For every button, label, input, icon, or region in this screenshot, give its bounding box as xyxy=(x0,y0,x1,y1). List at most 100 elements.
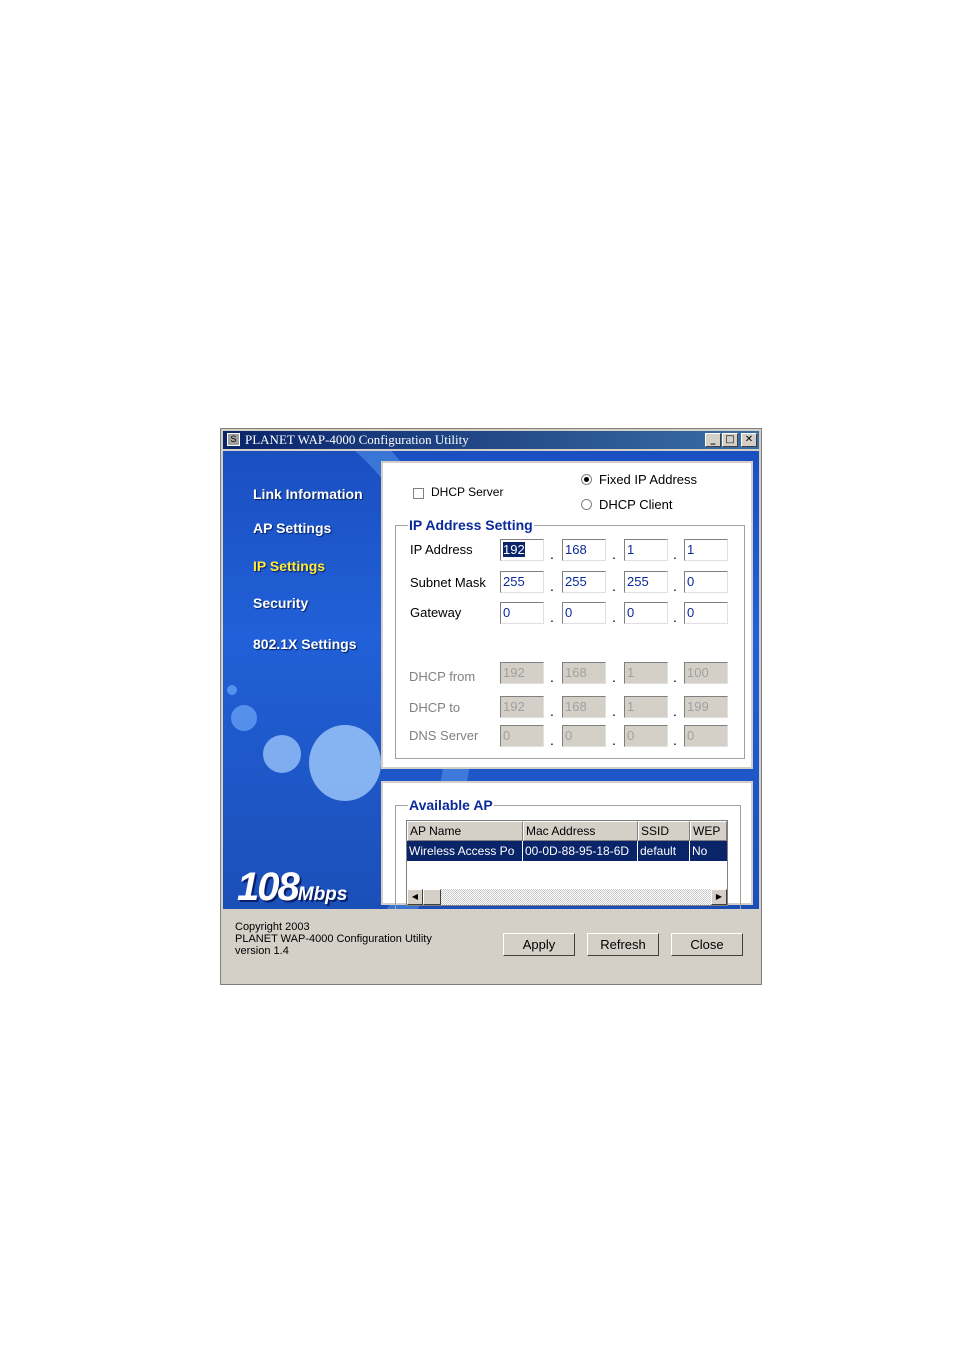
dhcp-from-octet-4: 100 xyxy=(684,662,728,684)
ip-separator: . xyxy=(550,609,554,625)
product-text: PLANET WAP-4000 Configuration Utility xyxy=(235,933,432,945)
dhcp-from-octet-1: 192 xyxy=(500,662,544,684)
main-area: Link Information AP Settings IP Settings… xyxy=(223,451,759,909)
refresh-button[interactable]: Refresh xyxy=(587,933,659,956)
column-header-ap-name[interactable]: AP Name xyxy=(407,821,523,841)
ip-address-label: IP Address xyxy=(410,542,473,557)
ip-separator: . xyxy=(612,732,616,748)
dhcp-client-label: DHCP Client xyxy=(599,497,673,512)
sidebar-item-link-information[interactable]: Link Information xyxy=(253,486,363,502)
decorative-bubble xyxy=(231,705,257,731)
ap-list[interactable]: AP Name Mac Address SSID WEP Wireless Ac… xyxy=(406,820,728,906)
ip-separator: . xyxy=(673,578,677,594)
mac-address-cell: 00-0D-88-95-18-6D xyxy=(523,841,638,861)
ip-address-octet-1[interactable]: 192 xyxy=(500,539,544,561)
column-header-mac-address[interactable]: Mac Address xyxy=(523,821,638,841)
ip-separator: . xyxy=(612,578,616,594)
config-utility-window: S PLANET WAP-4000 Configuration Utility … xyxy=(220,428,762,985)
dhcp-client-radio[interactable] xyxy=(581,499,592,510)
ip-separator: . xyxy=(673,669,677,685)
table-row[interactable]: Wireless Access Po 00-0D-88-95-18-6D def… xyxy=(407,841,727,861)
dhcp-to-octet-3: 1 xyxy=(624,696,668,718)
ip-separator: . xyxy=(550,546,554,562)
horizontal-scrollbar[interactable]: ◀ ▶ xyxy=(407,889,727,905)
scroll-thumb[interactable] xyxy=(423,889,441,905)
decorative-bubble xyxy=(263,735,301,773)
fixed-ip-label: Fixed IP Address xyxy=(599,472,698,487)
sidebar-item-security[interactable]: Security xyxy=(253,595,308,611)
ip-separator: . xyxy=(673,732,677,748)
dhcp-from-octet-2: 168 xyxy=(562,662,606,684)
scroll-left-button[interactable]: ◀ xyxy=(407,889,423,905)
scroll-right-button[interactable]: ▶ xyxy=(711,889,727,905)
subnet-mask-octet-1[interactable]: 255 xyxy=(500,571,544,593)
version-text: version 1.4 xyxy=(235,945,289,957)
gateway-label: Gateway xyxy=(410,605,462,620)
available-ap-frame: Available AP AP Name Mac Address SSID WE… xyxy=(395,797,741,909)
maximize-button[interactable]: □ xyxy=(722,433,738,447)
subnet-mask-octet-2[interactable]: 255 xyxy=(562,571,606,593)
apply-button[interactable]: Apply xyxy=(503,933,575,956)
ap-name-cell: Wireless Access Po xyxy=(407,841,523,861)
available-ap-panel: Available AP AP Name Mac Address SSID WE… xyxy=(381,781,753,909)
ip-address-octet-3[interactable]: 1 xyxy=(624,539,668,561)
gateway-octet-1[interactable]: 0 xyxy=(500,602,544,624)
ip-separator: . xyxy=(612,703,616,719)
ip-separator: . xyxy=(550,669,554,685)
close-window-button[interactable]: ✕ xyxy=(741,433,757,447)
decorative-bubble xyxy=(227,685,237,695)
gateway-octet-3[interactable]: 0 xyxy=(624,602,668,624)
gateway-octet-2[interactable]: 0 xyxy=(562,602,606,624)
ip-settings-panel: DHCP Server Fixed IP Address DHCP Client… xyxy=(381,461,753,769)
logo-number: 108 xyxy=(237,865,300,909)
ip-address-octet-2[interactable]: 168 xyxy=(562,539,606,561)
ip-separator: . xyxy=(550,703,554,719)
subnet-mask-label: Subnet Mask xyxy=(410,575,486,590)
close-button[interactable]: Close xyxy=(671,933,743,956)
available-ap-legend: Available AP xyxy=(408,797,494,813)
fixed-ip-radio[interactable] xyxy=(581,474,592,485)
ip-separator: . xyxy=(550,578,554,594)
ip-address-octet-4[interactable]: 1 xyxy=(684,539,728,561)
ssid-cell: default xyxy=(638,841,690,861)
copyright-text: Copyright 2003 xyxy=(235,921,310,933)
dns-server-octet-4: 0 xyxy=(684,725,728,747)
dns-server-label: DNS Server xyxy=(409,728,479,743)
ip-address-setting-legend: IP Address Setting xyxy=(408,517,534,533)
app-icon: S xyxy=(227,433,240,446)
dhcp-to-octet-1: 192 xyxy=(500,696,544,718)
window-title: PLANET WAP-4000 Configuration Utility xyxy=(245,432,469,447)
title-bar[interactable]: S PLANET WAP-4000 Configuration Utility … xyxy=(223,431,759,449)
wep-cell: No xyxy=(692,844,708,858)
speed-logo: 108Mbps xyxy=(237,865,347,909)
dhcp-from-label: DHCP from xyxy=(409,669,476,684)
dns-server-octet-3: 0 xyxy=(624,725,668,747)
dhcp-to-label: DHCP to xyxy=(409,700,461,715)
dhcp-server-label: DHCP Server xyxy=(431,485,504,499)
dns-server-octet-2: 0 xyxy=(562,725,606,747)
dhcp-to-octet-4: 199 xyxy=(684,696,728,718)
dhcp-to-octet-2: 168 xyxy=(562,696,606,718)
subnet-mask-octet-3[interactable]: 255 xyxy=(624,571,668,593)
sidebar-item-ip-settings[interactable]: IP Settings xyxy=(253,558,325,574)
ip-separator: . xyxy=(673,703,677,719)
ip-separator: . xyxy=(612,609,616,625)
ip-separator: . xyxy=(673,546,677,562)
ip-separator: . xyxy=(612,669,616,685)
decorative-bubble xyxy=(309,725,381,801)
dhcp-server-checkbox[interactable] xyxy=(413,488,424,499)
column-header-ssid[interactable]: SSID xyxy=(638,821,690,841)
ip-separator: . xyxy=(550,732,554,748)
ip-separator: . xyxy=(673,609,677,625)
ip-separator: . xyxy=(612,546,616,562)
subnet-mask-octet-4[interactable]: 0 xyxy=(684,571,728,593)
logo-unit: Mbps xyxy=(297,884,348,905)
column-header-wep[interactable]: WEP xyxy=(690,821,727,841)
sidebar-item-8021x-settings[interactable]: 802.1X Settings xyxy=(253,636,357,652)
sidebar-item-ap-settings[interactable]: AP Settings xyxy=(253,520,331,536)
dns-server-octet-1: 0 xyxy=(500,725,544,747)
minimize-button[interactable]: _ xyxy=(705,433,721,447)
dhcp-from-octet-3: 1 xyxy=(624,662,668,684)
gateway-octet-4[interactable]: 0 xyxy=(684,602,728,624)
ip-address-setting-group: IP Address Setting IP Address 192 . 168 … xyxy=(395,517,745,759)
